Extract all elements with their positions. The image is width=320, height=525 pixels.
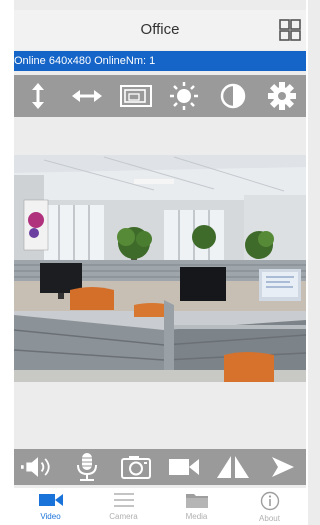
play-icon bbox=[271, 457, 294, 477]
grid-view-button[interactable] bbox=[278, 18, 302, 42]
horizontal-flip-icon bbox=[71, 90, 102, 102]
image-toolbar bbox=[14, 75, 306, 117]
tab-about-label: About bbox=[259, 514, 280, 523]
contrast-icon bbox=[220, 83, 246, 109]
tab-camera[interactable]: Camera bbox=[89, 488, 159, 525]
video-camera-icon bbox=[38, 494, 63, 506]
mirror-button[interactable] bbox=[216, 452, 250, 482]
tab-media[interactable]: Media bbox=[162, 488, 232, 525]
folder-icon bbox=[185, 494, 208, 508]
vertical-flip-icon bbox=[32, 83, 45, 109]
grid-icon bbox=[279, 19, 301, 41]
vertical-flip-button[interactable] bbox=[21, 79, 55, 113]
settings-button[interactable] bbox=[265, 79, 299, 113]
play-button[interactable] bbox=[265, 452, 299, 482]
brightness-button[interactable] bbox=[167, 79, 201, 113]
tab-video[interactable]: Video bbox=[16, 488, 86, 525]
resolution-icon bbox=[119, 85, 152, 107]
mirror-icon bbox=[216, 456, 249, 478]
tab-about[interactable]: About bbox=[235, 488, 305, 525]
left-edge bbox=[0, 0, 14, 525]
resolution-button[interactable] bbox=[119, 79, 153, 113]
speaker-button[interactable] bbox=[21, 452, 55, 482]
brightness-icon bbox=[170, 82, 199, 110]
status-bar: Online 640x480 OnlineNm: 1 bbox=[14, 51, 306, 71]
tab-video-label: Video bbox=[40, 512, 61, 521]
speaker-icon bbox=[21, 457, 50, 477]
settings-icon bbox=[267, 82, 296, 110]
tab-camera-label: Camera bbox=[109, 512, 138, 521]
title-bar: Office bbox=[14, 10, 306, 50]
snapshot-icon bbox=[120, 456, 151, 479]
list-icon bbox=[113, 493, 134, 507]
contrast-button[interactable] bbox=[216, 79, 250, 113]
tab-media-label: Media bbox=[185, 512, 208, 521]
right-edge bbox=[306, 0, 308, 525]
horizontal-flip-button[interactable] bbox=[70, 79, 104, 113]
camera-image bbox=[14, 155, 306, 382]
playback-controls bbox=[14, 449, 306, 485]
snapshot-button[interactable] bbox=[119, 452, 153, 482]
info-icon bbox=[260, 491, 279, 511]
bottom-tab-bar: Video Camera Media About bbox=[14, 488, 306, 525]
record-button[interactable] bbox=[167, 452, 201, 482]
record-icon bbox=[169, 459, 200, 475]
page-title: Office bbox=[140, 21, 180, 38]
microphone-icon bbox=[76, 453, 97, 481]
microphone-button[interactable] bbox=[70, 452, 104, 482]
video-feed[interactable] bbox=[14, 155, 306, 382]
